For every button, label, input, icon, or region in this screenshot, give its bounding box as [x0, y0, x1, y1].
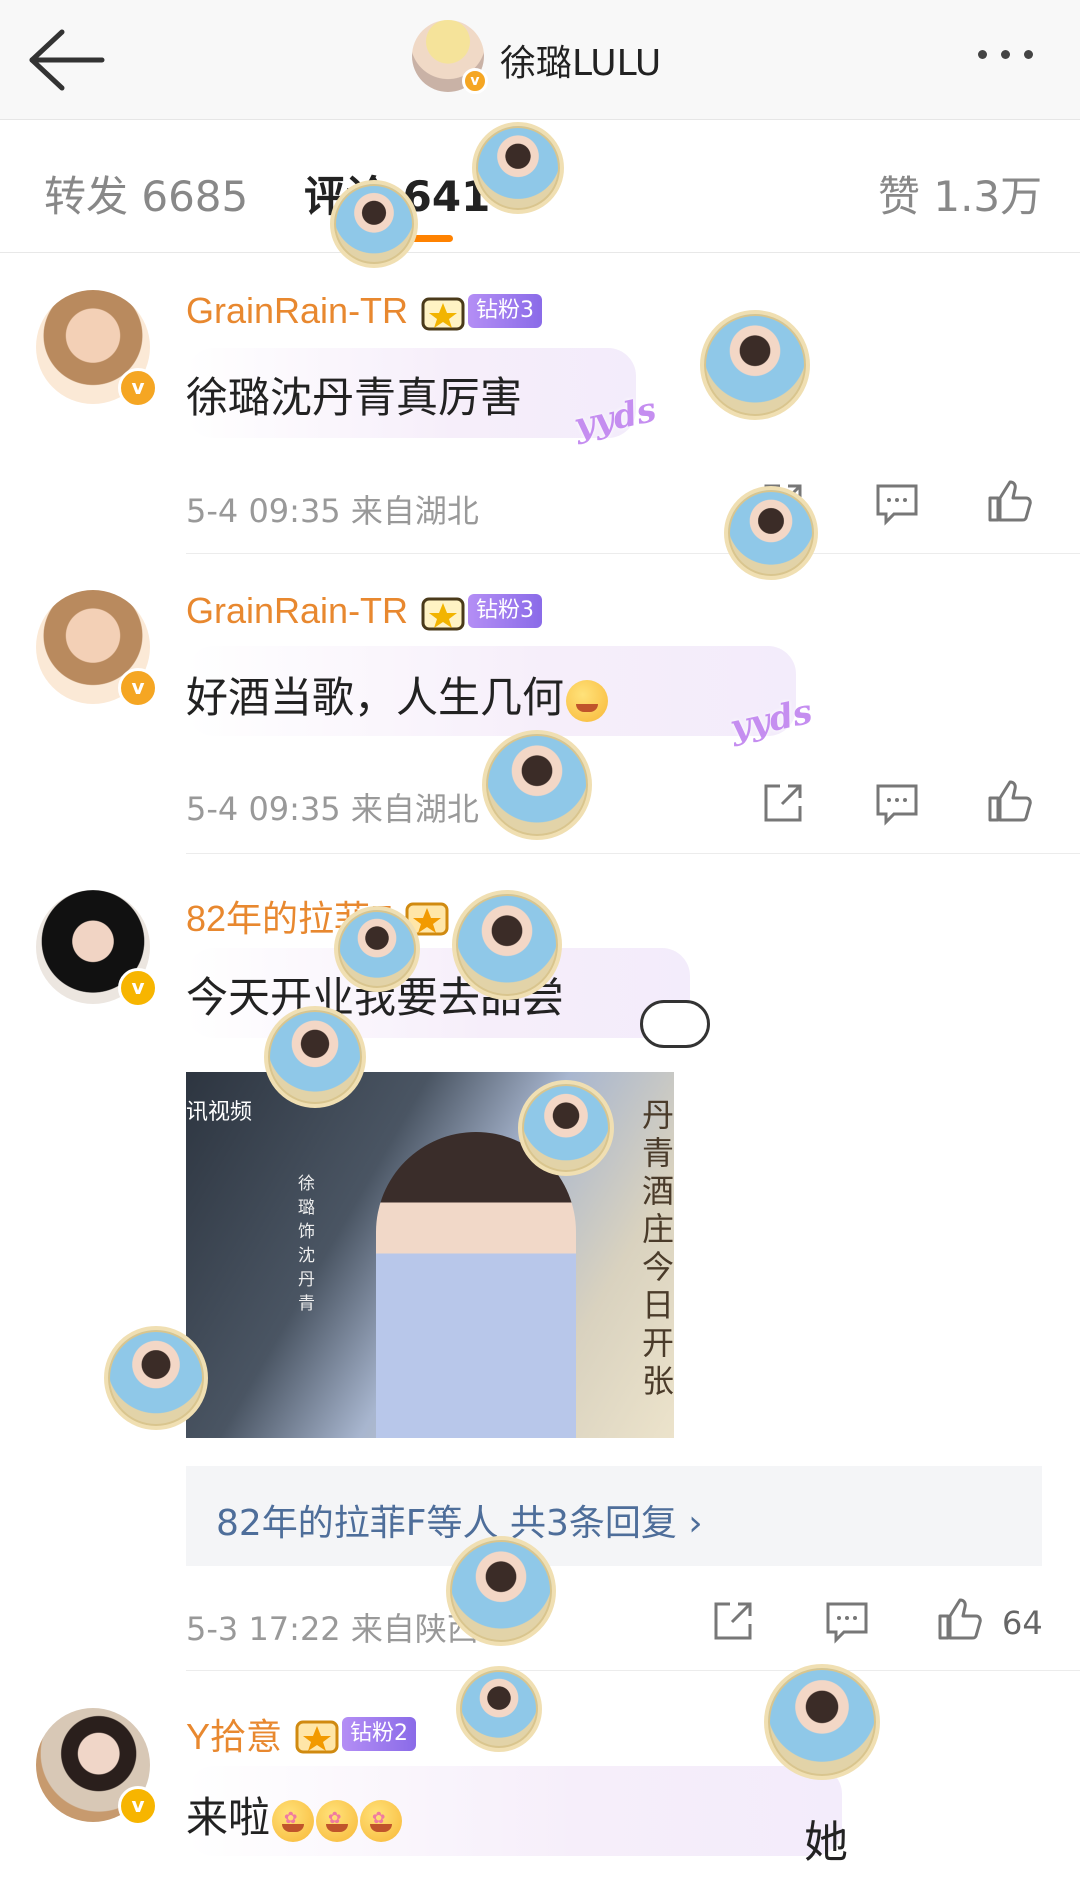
like-icon[interactable] — [936, 1596, 982, 1642]
flower-emoji-icon — [272, 1799, 315, 1842]
arrow-left-icon[interactable] — [26, 24, 106, 96]
watermark-logo: 她 — [804, 1817, 848, 1868]
crown-icon — [421, 297, 465, 331]
image-figure — [376, 1132, 576, 1438]
replies-link[interactable]: 82年的拉菲F等人 共3条回复 › — [216, 1494, 703, 1546]
image-name-text: 徐璐饰沈丹青 — [298, 1174, 315, 1314]
share-icon[interactable] — [760, 780, 806, 826]
verified-badge-icon: v — [118, 668, 158, 708]
header-avatar[interactable]: v — [412, 20, 488, 94]
fan-level-badge: 钻粉2 — [342, 1717, 417, 1751]
floating-sticker — [456, 1666, 542, 1752]
like-icon[interactable] — [986, 778, 1032, 824]
comment-icon[interactable] — [824, 1598, 870, 1644]
image-vertical-title: 丹青酒庄今日开张 — [642, 1096, 674, 1400]
fan-level-badge: 钻粉3 — [468, 594, 543, 628]
image-corner-text: 讯视频 — [186, 1100, 253, 1125]
comment-text: 徐璐沈丹青真厉害 — [186, 373, 523, 422]
tongue-emoji-icon — [566, 679, 609, 722]
comment-user-row: GrainRain-TR 钻粉3 — [186, 290, 543, 332]
comment-meta: 5-3 17:22 来自陕西 — [186, 1610, 479, 1648]
floating-sticker — [518, 1080, 614, 1176]
floating-sticker — [446, 1536, 556, 1646]
verified-badge-icon: v — [118, 1786, 158, 1826]
divider — [186, 853, 1080, 854]
comment-user-row: Y拾意 钻粉2 — [186, 1708, 417, 1760]
verified-badge-icon: v — [118, 968, 158, 1008]
like-count: 64 — [1002, 1604, 1043, 1642]
page-title: 徐璐LULU — [500, 43, 662, 84]
comment-text: 来啦 — [186, 1784, 403, 1845]
floating-sticker — [330, 180, 418, 268]
verified-badge-icon: v — [462, 68, 488, 94]
floating-sticker — [472, 122, 564, 214]
floating-sticker — [452, 890, 562, 1000]
flower-emoji-icon — [360, 1799, 403, 1842]
comment-avatar[interactable]: v — [36, 590, 158, 708]
like-icon[interactable] — [986, 478, 1032, 524]
tab-likes[interactable]: 赞 1.3万 — [878, 163, 1042, 224]
floating-sticker — [764, 1664, 880, 1780]
comment-icon[interactable] — [874, 480, 920, 526]
comment-meta: 5-4 09:35 来自湖北 — [186, 492, 479, 530]
username[interactable]: Y拾意 — [186, 1708, 282, 1760]
comment-text-content: 来啦 — [186, 1793, 271, 1842]
top-bar: v 徐璐LULU — [0, 0, 1080, 120]
divider — [186, 553, 1080, 554]
floating-sticker — [700, 310, 810, 420]
verified-badge-icon: v — [118, 368, 158, 408]
username[interactable]: GrainRain-TR — [186, 590, 408, 632]
fan-level-badge: 钻粉3 — [468, 294, 543, 328]
comment-avatar[interactable]: v — [36, 890, 158, 1008]
comment-text-content: 好酒当歌，人生几何 — [186, 673, 565, 722]
tab-reposts[interactable]: 转发 6685 — [44, 163, 248, 224]
more-horizontal-icon[interactable] — [978, 44, 1058, 68]
comment-user-row: GrainRain-TR 钻粉3 — [186, 590, 543, 632]
comment-avatar[interactable]: v — [36, 290, 158, 408]
floating-sticker — [482, 730, 592, 840]
divider — [186, 1670, 1080, 1671]
floating-sticker — [724, 486, 818, 580]
floating-sticker — [264, 1006, 366, 1108]
crown-icon — [295, 1720, 339, 1754]
crown-icon — [421, 597, 465, 631]
comment-meta: 5-4 09:35 来自湖北 — [186, 790, 479, 828]
username[interactable]: GrainRain-TR — [186, 290, 408, 332]
flower-emoji-icon — [316, 1799, 359, 1842]
floating-sticker — [334, 906, 420, 992]
share-icon[interactable] — [710, 1598, 756, 1644]
comment-text: 好酒当歌，人生几何 — [186, 664, 609, 725]
comment-avatar[interactable]: v — [36, 1708, 158, 1826]
floating-sticker — [104, 1326, 208, 1430]
replies-summary[interactable]: 82年的拉菲F等人 共3条回复 › — [186, 1466, 1042, 1566]
comment-icon[interactable] — [874, 780, 920, 826]
pig-sticker-icon — [640, 1000, 710, 1048]
